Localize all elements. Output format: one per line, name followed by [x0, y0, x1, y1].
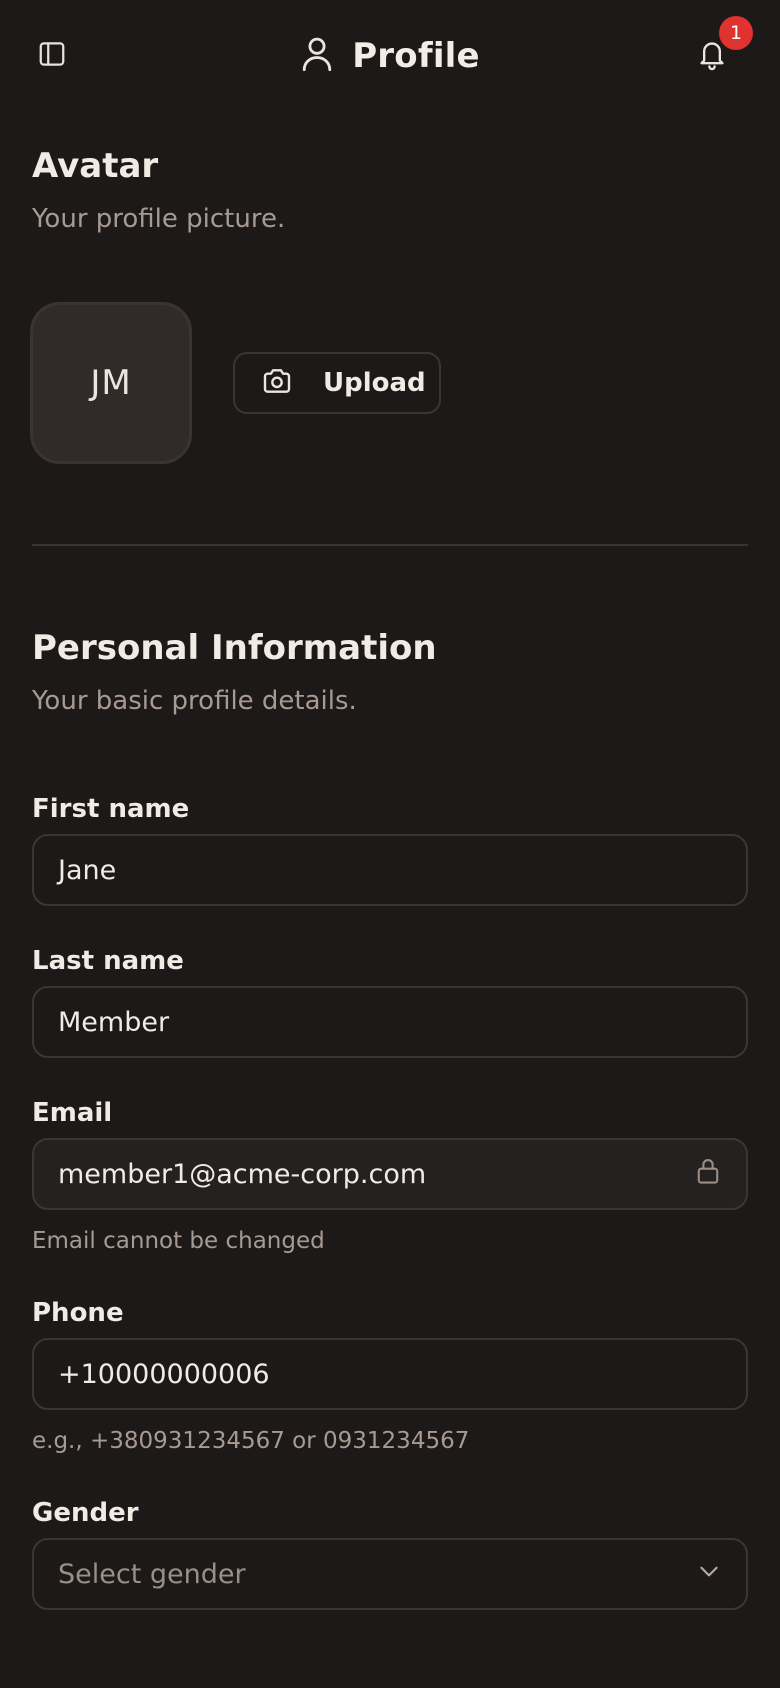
upload-button-label: Upload [323, 368, 426, 398]
phone-label: Phone [32, 1298, 124, 1328]
page-title: Profile [352, 36, 480, 76]
gender-select[interactable]: Select gender [32, 1538, 748, 1610]
personal-info-section-title: Personal Information [32, 628, 437, 668]
phone-value: +10000000006 [58, 1358, 270, 1390]
chevron-down-icon [696, 1558, 722, 1591]
personal-info-section-subtitle: Your basic profile details. [32, 686, 357, 716]
gender-label: Gender [32, 1498, 139, 1528]
header-title-group: Profile [0, 30, 780, 82]
upload-button[interactable]: Upload [233, 352, 441, 414]
lock-icon [694, 1156, 722, 1193]
first-name-label: First name [32, 794, 190, 824]
email-value: member1@acme-corp.com [58, 1158, 427, 1190]
last-name-field[interactable]: Member [32, 986, 748, 1058]
avatar-initials: JM [90, 363, 132, 403]
gender-select-placeholder: Select gender [58, 1558, 246, 1590]
phone-field[interactable]: +10000000006 [32, 1338, 748, 1410]
avatar-section-subtitle: Your profile picture. [32, 204, 286, 234]
last-name-value: Member [58, 1006, 170, 1038]
app-header: Profile 1 [0, 0, 780, 110]
notification-badge: 1 [719, 16, 753, 50]
phone-helper-text: e.g., +380931234567 or 0931234567 [32, 1428, 470, 1454]
user-icon [300, 35, 334, 77]
last-name-label: Last name [32, 946, 184, 976]
avatar: JM [30, 302, 192, 464]
first-name-field[interactable]: Jane [32, 834, 748, 906]
email-field: member1@acme-corp.com [32, 1138, 748, 1210]
email-helper-text: Email cannot be changed [32, 1228, 325, 1254]
avatar-section-title: Avatar [32, 146, 159, 186]
first-name-value: Jane [58, 854, 117, 886]
email-label: Email [32, 1098, 113, 1128]
section-divider [32, 544, 748, 546]
camera-icon [261, 366, 293, 400]
